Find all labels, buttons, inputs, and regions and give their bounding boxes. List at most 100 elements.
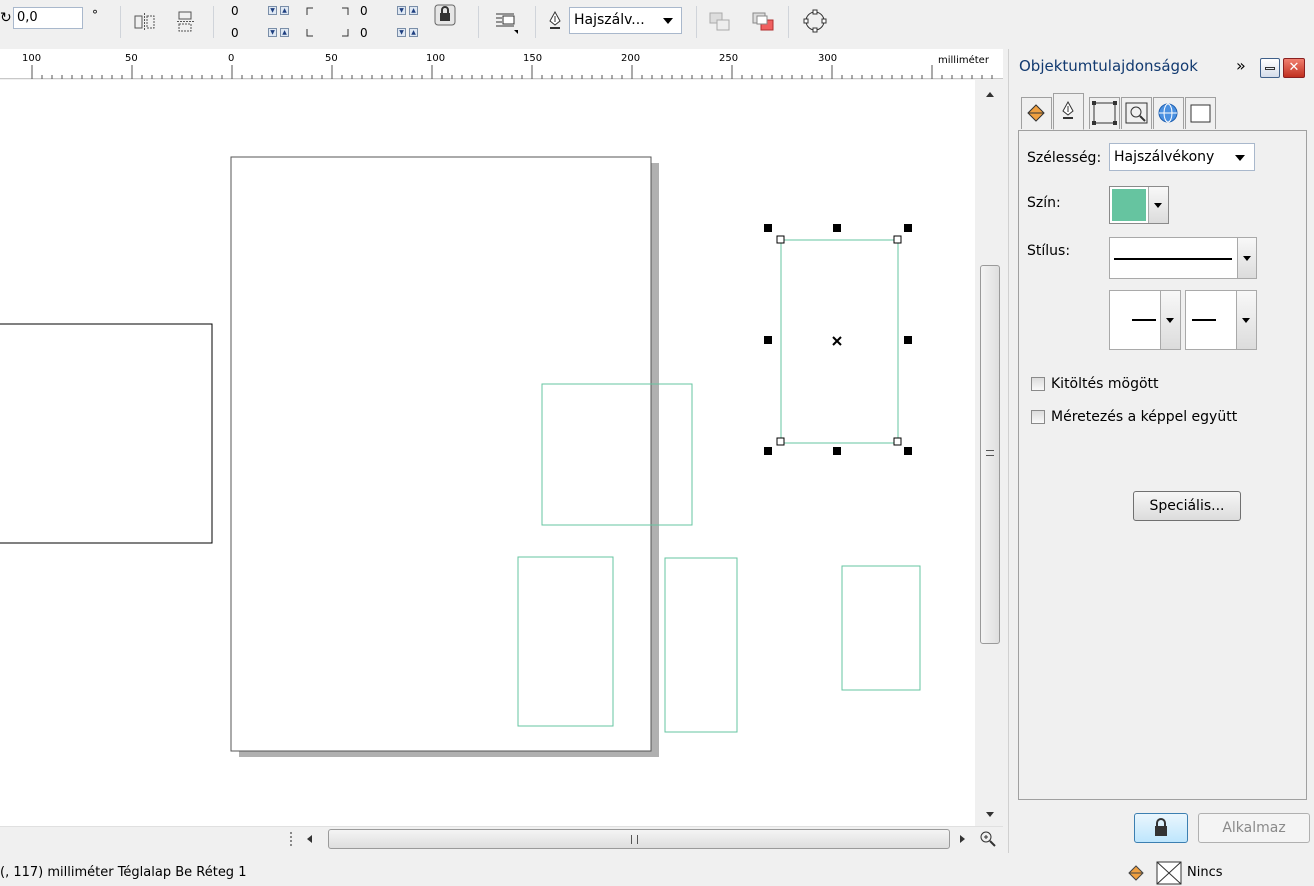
chevron-down-icon xyxy=(663,18,673,24)
selection-handle xyxy=(833,447,841,455)
start-arrow-preview xyxy=(1132,319,1156,321)
spin-down[interactable]: ▼ xyxy=(268,28,277,37)
outline-width-select[interactable]: Hajszálvékony xyxy=(1109,143,1255,171)
ruler-label: 100 xyxy=(22,53,42,64)
selection-handle xyxy=(764,447,772,455)
horizontal-scroll-thumb[interactable] xyxy=(328,829,950,849)
tab-fill[interactable] xyxy=(1021,97,1052,129)
status-bar: (, 117) milliméter Téglalap Be Réteg 1 N… xyxy=(0,853,1314,886)
spin-up[interactable]: ▲ xyxy=(409,28,418,37)
scale-with-image-label: Méretezés a képpel együtt xyxy=(1051,409,1238,425)
color-picker[interactable] xyxy=(1109,186,1169,224)
docker-collapse-button[interactable]: » xyxy=(1236,56,1246,75)
spin-down[interactable]: ▼ xyxy=(268,6,277,15)
corner-radius-bottom-left[interactable]: 0 xyxy=(231,26,239,40)
grip-icon xyxy=(986,450,994,456)
no-outline-icon xyxy=(1156,861,1182,885)
tab-general[interactable] xyxy=(1185,97,1216,129)
selection-handle xyxy=(764,336,772,344)
node-handle xyxy=(893,235,902,244)
docker-title: Objektumtulajdonságok xyxy=(1019,57,1198,75)
wrap-text-icon[interactable] xyxy=(494,10,520,34)
selected-rectangle xyxy=(780,239,899,444)
color-dropdown-button[interactable] xyxy=(1148,187,1168,223)
end-arrow-preview xyxy=(1192,319,1216,321)
line-style-select[interactable] xyxy=(1109,237,1257,279)
scale-with-image-checkbox[interactable] xyxy=(1031,410,1045,424)
ruler-label: 300 xyxy=(818,53,838,64)
corner-radius-top-left[interactable]: 0 xyxy=(231,4,239,18)
apply-button[interactable]: Alkalmaz xyxy=(1198,813,1310,843)
outline-width-dropdown[interactable]: Hajszálv... xyxy=(569,7,682,34)
close-icon: ✕ xyxy=(1288,60,1300,75)
scroll-down-arrow-icon[interactable] xyxy=(986,812,994,817)
to-back-icon[interactable] xyxy=(752,12,776,34)
separator xyxy=(120,6,121,38)
separator xyxy=(535,6,536,38)
scroll-left-arrow-icon[interactable] xyxy=(307,835,312,843)
object-properties-docker: Objektumtulajdonságok » ✕ Szélesség: Haj… xyxy=(1008,49,1314,853)
zoom-icon[interactable] xyxy=(979,830,997,848)
line-style-dropdown-button[interactable] xyxy=(1237,238,1256,278)
rectangle-icon xyxy=(1092,101,1117,125)
tab-outline[interactable] xyxy=(1053,93,1084,130)
fill-behind-label: Kitöltés mögött xyxy=(1051,376,1159,392)
fill-behind-checkbox[interactable] xyxy=(1031,377,1045,391)
rectangle-shape xyxy=(841,565,921,691)
outline-status-label: Nincs xyxy=(1187,865,1223,880)
selection-handle xyxy=(904,447,912,455)
start-arrow-dropdown-button[interactable] xyxy=(1160,291,1180,349)
globe-icon xyxy=(1158,103,1178,123)
tab-rectangle[interactable] xyxy=(1089,97,1120,129)
close-button[interactable]: ✕ xyxy=(1283,58,1305,78)
ruler-label: 250 xyxy=(719,53,739,64)
to-front-icon[interactable] xyxy=(709,12,731,32)
style-label: Stílus: xyxy=(1027,243,1071,259)
end-arrow-dropdown-button[interactable] xyxy=(1236,291,1256,349)
scroll-up-arrow-icon[interactable] xyxy=(986,92,994,97)
spin-up[interactable]: ▲ xyxy=(280,6,289,15)
corner-radius-top-right[interactable]: 0 xyxy=(360,4,368,18)
lock-ratio-icon[interactable] xyxy=(434,4,456,26)
ruler-label: 150 xyxy=(523,53,543,64)
ruler-label: 200 xyxy=(621,53,641,64)
end-arrow-select[interactable] xyxy=(1185,290,1257,350)
corner-radius-bottom-right[interactable]: 0 xyxy=(360,26,368,40)
ruler-unit-label: milliméter xyxy=(938,55,989,66)
selection-handle xyxy=(904,224,912,232)
tab-summary[interactable] xyxy=(1121,97,1152,129)
color-swatch xyxy=(1112,189,1146,221)
spin-up[interactable]: ▲ xyxy=(280,28,289,37)
vertical-scroll-thumb[interactable] xyxy=(980,265,1000,644)
convert-to-curves-icon[interactable] xyxy=(802,8,828,34)
spin-down[interactable]: ▼ xyxy=(397,6,406,15)
vertical-scrollbar[interactable] xyxy=(978,80,1002,826)
node-handle xyxy=(776,437,785,446)
mirror-horizontal-icon[interactable] xyxy=(133,12,157,32)
center-marker-icon xyxy=(832,336,842,346)
splitter-dots-icon[interactable] xyxy=(290,832,293,846)
pen-nib-icon xyxy=(549,11,561,29)
lock-button[interactable] xyxy=(1134,813,1188,843)
line-style-preview xyxy=(1114,258,1232,260)
chevron-down-icon xyxy=(1235,155,1245,161)
status-text: (, 117) milliméter Téglalap Be Réteg 1 xyxy=(0,865,247,880)
property-bar: ↻ 0,0 ° 0 0 ▼ ▲ ▼ ▲ 0 0 ▼ ▲ ▼ ▲ Hajszálv… xyxy=(0,0,1314,48)
tab-internet[interactable] xyxy=(1153,97,1184,129)
horizontal-scrollbar[interactable] xyxy=(0,826,1003,852)
separator xyxy=(478,6,479,38)
scroll-right-arrow-icon[interactable] xyxy=(960,835,965,843)
node-handle xyxy=(776,235,785,244)
horizontal-ruler[interactable]: 100 50 0 50 100 150 200 250 300 millimét… xyxy=(0,49,1003,79)
mirror-vertical-icon[interactable] xyxy=(176,10,196,34)
separator xyxy=(788,6,789,38)
spin-down[interactable]: ▼ xyxy=(397,28,406,37)
drawing-canvas[interactable] xyxy=(0,80,975,826)
minimize-icon xyxy=(1265,67,1275,70)
minimize-button[interactable] xyxy=(1260,58,1280,78)
selection-handle xyxy=(833,224,841,232)
rotation-input[interactable]: 0,0 xyxy=(13,7,83,29)
special-button[interactable]: Speciális... xyxy=(1133,491,1241,521)
start-arrow-select[interactable] xyxy=(1109,290,1181,350)
spin-up[interactable]: ▲ xyxy=(409,6,418,15)
